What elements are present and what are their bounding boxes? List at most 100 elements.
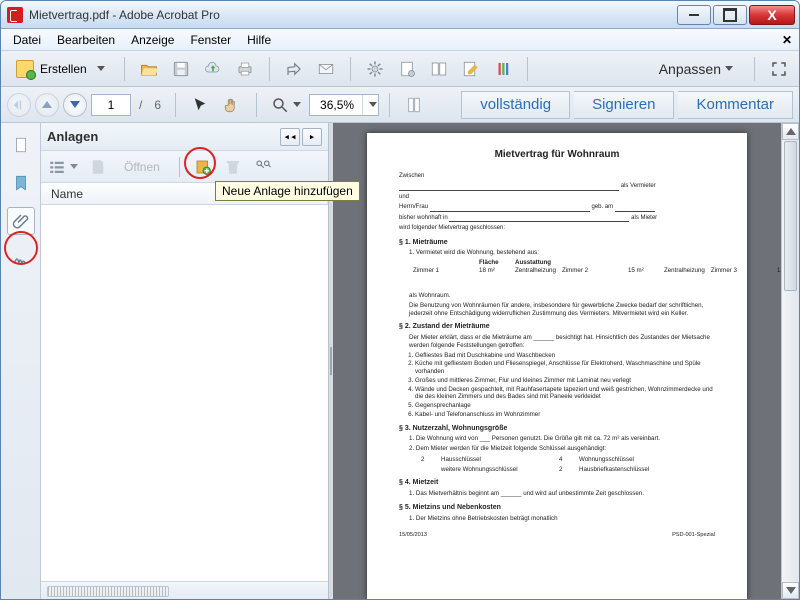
dropdown-arrow-icon — [97, 66, 105, 71]
dropdown-arrow-icon — [70, 164, 78, 169]
maximize-button[interactable] — [713, 5, 747, 25]
save-attachment-button[interactable] — [85, 155, 111, 179]
dropdown-arrow-icon — [369, 102, 377, 107]
print-button[interactable] — [231, 55, 259, 83]
quick-tools-button[interactable] — [400, 92, 428, 118]
bookmark-icon — [12, 174, 30, 192]
fullscreen-button[interactable] — [765, 55, 793, 83]
panel-title: Anlagen — [47, 129, 280, 144]
edit-icon — [462, 60, 480, 78]
pdf-page: Mietvertrag für Wohnraum Zwischen als Ve… — [367, 133, 747, 599]
panel-header: Anlagen ◂◂ ▸ — [41, 123, 328, 151]
panel-footer-scrollbar[interactable] — [41, 581, 328, 599]
hand-icon — [223, 96, 241, 114]
scroll-up-button[interactable] — [782, 123, 799, 140]
pages-icon — [405, 96, 423, 114]
search-attachments-button[interactable] — [250, 155, 276, 179]
page-up-button[interactable] — [35, 93, 59, 117]
document-close-button[interactable]: ✕ — [779, 32, 795, 48]
customize-button[interactable]: Anpassen — [648, 56, 744, 82]
delete-attachment-button[interactable] — [220, 155, 246, 179]
mode-comment-button[interactable]: Kommentar — [678, 91, 793, 119]
two-pages-icon — [430, 60, 448, 78]
zoom-combo[interactable]: 36,5% — [309, 94, 379, 116]
page-number-input[interactable] — [91, 94, 131, 116]
folder-open-icon — [140, 60, 158, 78]
page-down-button[interactable] — [63, 93, 87, 117]
app-window: Mietvertrag.pdf - Adobe Acrobat Pro X Da… — [0, 0, 800, 600]
document-scroll-area[interactable]: Mietvertrag für Wohnraum Zwischen als Ve… — [333, 123, 781, 599]
add-attachment-button[interactable] — [190, 155, 216, 179]
menu-edit[interactable]: Bearbeiten — [49, 31, 123, 49]
page-separator: / — [135, 98, 146, 112]
create-pdf-icon — [16, 60, 34, 78]
page-total: 6 — [150, 98, 165, 112]
share-button[interactable] — [280, 55, 308, 83]
panel-options-button[interactable] — [45, 155, 81, 179]
nav-rail — [1, 123, 41, 599]
panel-prev-button[interactable]: ◂◂ — [280, 128, 300, 146]
page-first-button[interactable] — [7, 93, 31, 117]
share-icon — [285, 60, 303, 78]
quick-access-toolbar: Erstellen Anpassen — [1, 51, 799, 87]
minimize-button[interactable] — [677, 5, 711, 25]
page-thumbnail-icon — [398, 60, 416, 78]
rail-bookmarks-button[interactable] — [7, 169, 35, 197]
highlight-button[interactable] — [489, 55, 517, 83]
save-button[interactable] — [167, 55, 195, 83]
settings-button[interactable] — [361, 55, 389, 83]
arrow-down-icon — [70, 101, 80, 108]
titlebar: Mietvertrag.pdf - Adobe Acrobat Pro X — [1, 1, 799, 29]
scroll-down-button[interactable] — [782, 582, 799, 599]
printer-icon — [236, 60, 254, 78]
paperclip-icon — [12, 212, 30, 230]
edit-tool-button[interactable] — [457, 55, 485, 83]
zoom-marquee-button[interactable] — [267, 92, 305, 118]
panel-next-button[interactable]: ▸ — [302, 128, 322, 146]
trash-icon — [224, 158, 242, 176]
create-label: Erstellen — [40, 62, 87, 76]
rail-pages-button[interactable] — [7, 131, 35, 159]
content-area: Anlagen ◂◂ ▸ Öffnen Name Neue Anlage hin… — [1, 123, 799, 599]
hand-tool-button[interactable] — [218, 92, 246, 118]
menu-view[interactable]: Anzeige — [123, 31, 182, 49]
dropdown-arrow-icon — [725, 66, 733, 71]
rail-signatures-button[interactable] — [7, 245, 35, 273]
select-tool-button[interactable] — [186, 92, 214, 118]
zoom-value: 36,5% — [310, 98, 362, 112]
arrow-down-icon — [786, 587, 796, 594]
page-display-button[interactable] — [393, 55, 421, 83]
arrow-up-icon — [786, 128, 796, 135]
scroll-thumb[interactable] — [784, 141, 797, 291]
attachments-list — [41, 205, 328, 581]
two-pages-button[interactable] — [425, 55, 453, 83]
page-first-icon — [10, 96, 28, 114]
menu-file[interactable]: Datei — [5, 31, 49, 49]
mode-sign-button[interactable]: Signieren — [574, 91, 674, 119]
close-window-button[interactable]: X — [749, 5, 795, 25]
window-title: Mietvertrag.pdf - Adobe Acrobat Pro — [29, 8, 675, 22]
doc-title: Mietvertrag für Wohnraum — [399, 149, 715, 162]
search-attachments-icon — [254, 158, 272, 176]
open-attachment-button[interactable]: Öffnen — [115, 155, 169, 179]
fullscreen-icon — [770, 60, 788, 78]
highlight-icon — [494, 60, 512, 78]
tooltip: Neue Anlage hinzufügen — [215, 181, 360, 201]
envelope-icon — [317, 60, 335, 78]
dropdown-arrow-icon — [293, 102, 301, 107]
vertical-scrollbar[interactable] — [781, 123, 799, 599]
menu-window[interactable]: Fenster — [182, 31, 239, 49]
mode-full-button[interactable]: vollständig — [461, 91, 570, 119]
panel-toolbar: Öffnen — [41, 151, 328, 183]
acrobat-app-icon — [7, 7, 23, 23]
create-button[interactable]: Erstellen — [7, 56, 114, 82]
attachments-panel: Anlagen ◂◂ ▸ Öffnen Name Neue Anlage hin… — [41, 123, 329, 599]
open-button[interactable] — [135, 55, 163, 83]
rail-attachments-button[interactable] — [7, 207, 35, 235]
email-button[interactable] — [312, 55, 340, 83]
nav-toolbar: / 6 36,5% vollständig Signieren Kommenta… — [1, 87, 799, 123]
menu-help[interactable]: Hilfe — [239, 31, 279, 49]
save-to-cloud-button[interactable] — [199, 55, 227, 83]
zoom-dropdown-arrow[interactable] — [362, 95, 378, 115]
cloud-upload-icon — [204, 60, 222, 78]
